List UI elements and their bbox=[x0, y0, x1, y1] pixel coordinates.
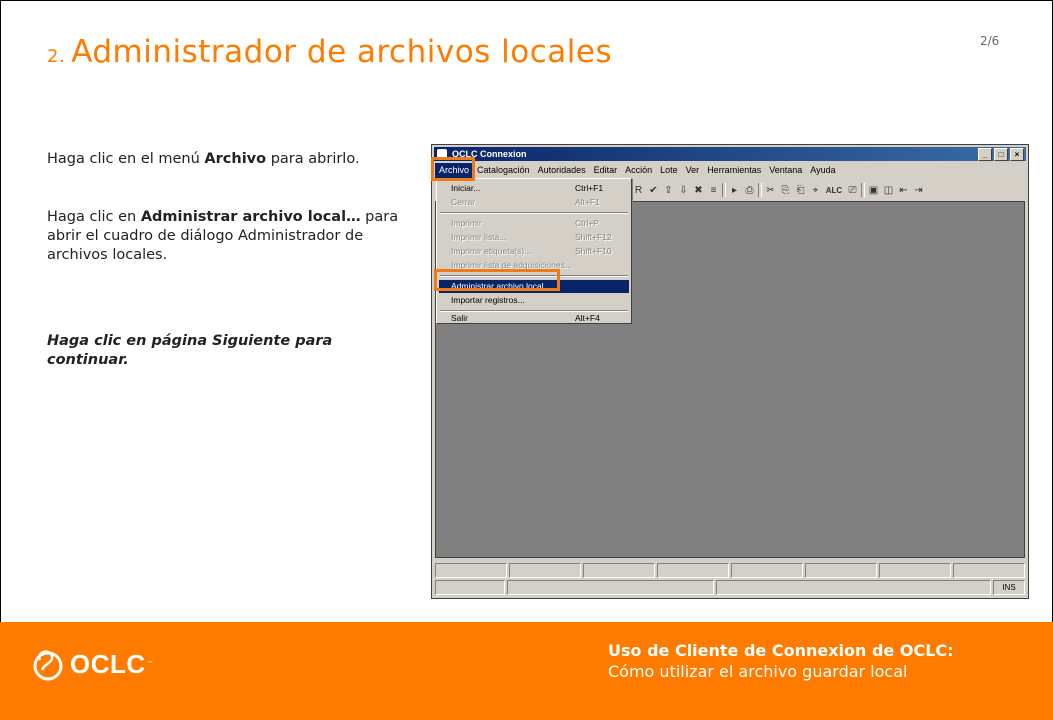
maximize-icon[interactable]: □ bbox=[994, 148, 1008, 161]
menu-ventana[interactable]: Ventana bbox=[765, 163, 806, 178]
status-bar-bottom: INS bbox=[435, 580, 1025, 595]
toolbar-icon[interactable]: ⇪ bbox=[662, 184, 675, 197]
toolbar-icon[interactable]: ⎘ bbox=[779, 184, 792, 197]
menu-catalogacion[interactable]: Catalogación bbox=[473, 163, 534, 178]
toolbar: R ✔ ⇪ ⇩ ✖ ≡ ▸ ⎙ ✂ ⎘ ⎗ ⌖ ALC ⎚ ▣ ◫ ⇤ ⇥ bbox=[632, 181, 1024, 199]
status-cell bbox=[805, 563, 877, 578]
toolbar-icon[interactable]: ✖ bbox=[692, 184, 705, 197]
menu-editar[interactable]: Editar bbox=[590, 163, 622, 178]
instruction-bold: Administrar archivo local… bbox=[140, 209, 361, 225]
title-text: Administrador de archivos locales bbox=[71, 34, 613, 70]
toolbar-icon[interactable]: ⎚ bbox=[846, 184, 859, 197]
footer-subtitle: Cómo utilizar el archivo guardar local bbox=[608, 662, 908, 681]
toolbar-separator bbox=[758, 183, 762, 197]
menu-item-label: Imprimir lista... bbox=[451, 232, 507, 242]
toolbar-icon[interactable]: ✂ bbox=[764, 184, 777, 197]
status-cell bbox=[657, 563, 729, 578]
toolbar-icon[interactable]: ⇩ bbox=[677, 184, 690, 197]
menu-item-label: Importar registros... bbox=[451, 295, 525, 305]
page-title: 2. Administrador de archivos locales bbox=[47, 34, 612, 70]
menu-item-label: Imprimir bbox=[451, 218, 482, 228]
menu-item-imprimir-lista[interactable]: Imprimir lista... Shift+F12 bbox=[439, 231, 629, 244]
menu-bar: Archivo Catalogación Autoridades Editar … bbox=[435, 163, 1025, 178]
menu-herramientas[interactable]: Herramientas bbox=[703, 163, 765, 178]
status-cell bbox=[509, 563, 581, 578]
menu-ver[interactable]: Ver bbox=[682, 163, 704, 178]
menu-lote[interactable]: Lote bbox=[656, 163, 682, 178]
menu-separator bbox=[440, 212, 628, 214]
window-controls: _ □ × bbox=[978, 148, 1024, 161]
toolbar-separator bbox=[722, 183, 726, 197]
close-icon[interactable]: × bbox=[1010, 148, 1024, 161]
menu-item-imprimir[interactable]: Imprimir Ctrl+P bbox=[439, 217, 629, 230]
status-cell bbox=[716, 580, 991, 595]
status-cell bbox=[435, 580, 506, 595]
footer-title: Uso de Cliente de Connexion de OCLC: bbox=[608, 641, 954, 660]
menu-item-salir[interactable]: Salir Alt+F4 bbox=[439, 313, 629, 324]
highlight-archivo-menu bbox=[431, 157, 475, 181]
toolbar-icon[interactable]: ▸ bbox=[728, 184, 741, 197]
toolbar-icon[interactable]: ▣ bbox=[867, 184, 880, 197]
app-window-screenshot: OCLC Connexion _ □ × Archivo Catalogació… bbox=[431, 144, 1029, 599]
menu-item-label: Iniciar... bbox=[451, 183, 481, 193]
status-cell bbox=[731, 563, 803, 578]
instruction-continue: Haga clic en página Siguiente para conti… bbox=[47, 333, 333, 368]
status-cell bbox=[435, 563, 507, 578]
title-number: 2. bbox=[47, 46, 66, 67]
menu-item-label: Cerrar bbox=[451, 197, 476, 207]
toolbar-icon[interactable]: ≡ bbox=[707, 184, 720, 197]
toolbar-icon[interactable]: ⌖ bbox=[809, 184, 822, 197]
toolbar-icon[interactable]: ⇥ bbox=[912, 184, 925, 197]
status-cell bbox=[953, 563, 1025, 578]
toolbar-separator bbox=[861, 183, 865, 197]
menu-item-shortcut: Ctrl+F1 bbox=[575, 183, 604, 193]
toolbar-icon[interactable]: ⇤ bbox=[897, 184, 910, 197]
ins-indicator: INS bbox=[993, 580, 1025, 595]
status-cell bbox=[507, 580, 714, 595]
menu-item-cerrar[interactable]: Cerrar Alt+F1 bbox=[439, 196, 629, 209]
menu-item-iniciar[interactable]: Iniciar... Ctrl+F1 bbox=[439, 182, 629, 195]
menu-item-label: Imprimir etiqueta(s)... bbox=[451, 246, 532, 256]
menu-ayuda[interactable]: Ayuda bbox=[806, 163, 839, 178]
instruction-step-1: Haga clic en el menú Archivo para abrirl… bbox=[47, 150, 360, 169]
page-counter: 2/6 bbox=[980, 34, 1000, 48]
menu-item-imprimir-etiquetas[interactable]: Imprimir etiqueta(s)... Shift+F10 bbox=[439, 245, 629, 258]
instruction-text: para abrirlo. bbox=[266, 151, 360, 167]
oclc-logo: OCLC ™ bbox=[30, 646, 154, 682]
logo-trademark: ™ bbox=[146, 660, 154, 668]
toolbar-icon[interactable]: ⎙ bbox=[743, 184, 756, 197]
instruction-bold: Archivo bbox=[204, 151, 267, 167]
toolbar-icon[interactable]: ◫ bbox=[882, 184, 895, 197]
menu-item-shortcut: Shift+F12 bbox=[575, 232, 612, 242]
status-bar-top bbox=[435, 563, 1025, 578]
logo-text: OCLC bbox=[70, 648, 146, 679]
window-titlebar: OCLC Connexion _ □ × bbox=[434, 147, 1026, 161]
menu-item-shortcut: Shift+F10 bbox=[575, 246, 612, 256]
minimize-icon[interactable]: _ bbox=[978, 148, 992, 161]
menu-item-importar-registros[interactable]: Importar registros... bbox=[439, 294, 629, 307]
toolbar-icon[interactable]: ALC bbox=[824, 184, 844, 197]
status-cell bbox=[879, 563, 951, 578]
toolbar-icon[interactable]: R bbox=[632, 184, 645, 197]
file-menu-dropdown: Iniciar... Ctrl+F1 Cerrar Alt+F1 Imprimir C… bbox=[436, 178, 632, 324]
menu-separator bbox=[440, 310, 628, 312]
menu-item-shortcut: Alt+F4 bbox=[575, 313, 600, 323]
toolbar-icon[interactable]: ⎗ bbox=[794, 184, 807, 197]
menu-accion[interactable]: Acción bbox=[621, 163, 656, 178]
toolbar-icon[interactable]: ✔ bbox=[647, 184, 660, 197]
highlight-administrar-item bbox=[434, 269, 560, 291]
oclc-logo-mark-icon bbox=[33, 650, 63, 681]
menu-item-shortcut: Ctrl+P bbox=[575, 218, 599, 228]
menu-item-label: Salir bbox=[451, 313, 469, 323]
status-cell bbox=[583, 563, 655, 578]
instruction-step-2: Haga clic en Administrar archivo local… … bbox=[47, 208, 407, 265]
instruction-text: Haga clic en el menú bbox=[47, 151, 205, 167]
menu-item-shortcut: Alt+F1 bbox=[575, 197, 600, 207]
menu-autoridades[interactable]: Autoridades bbox=[534, 163, 590, 178]
instruction-text: Haga clic en bbox=[47, 209, 141, 225]
